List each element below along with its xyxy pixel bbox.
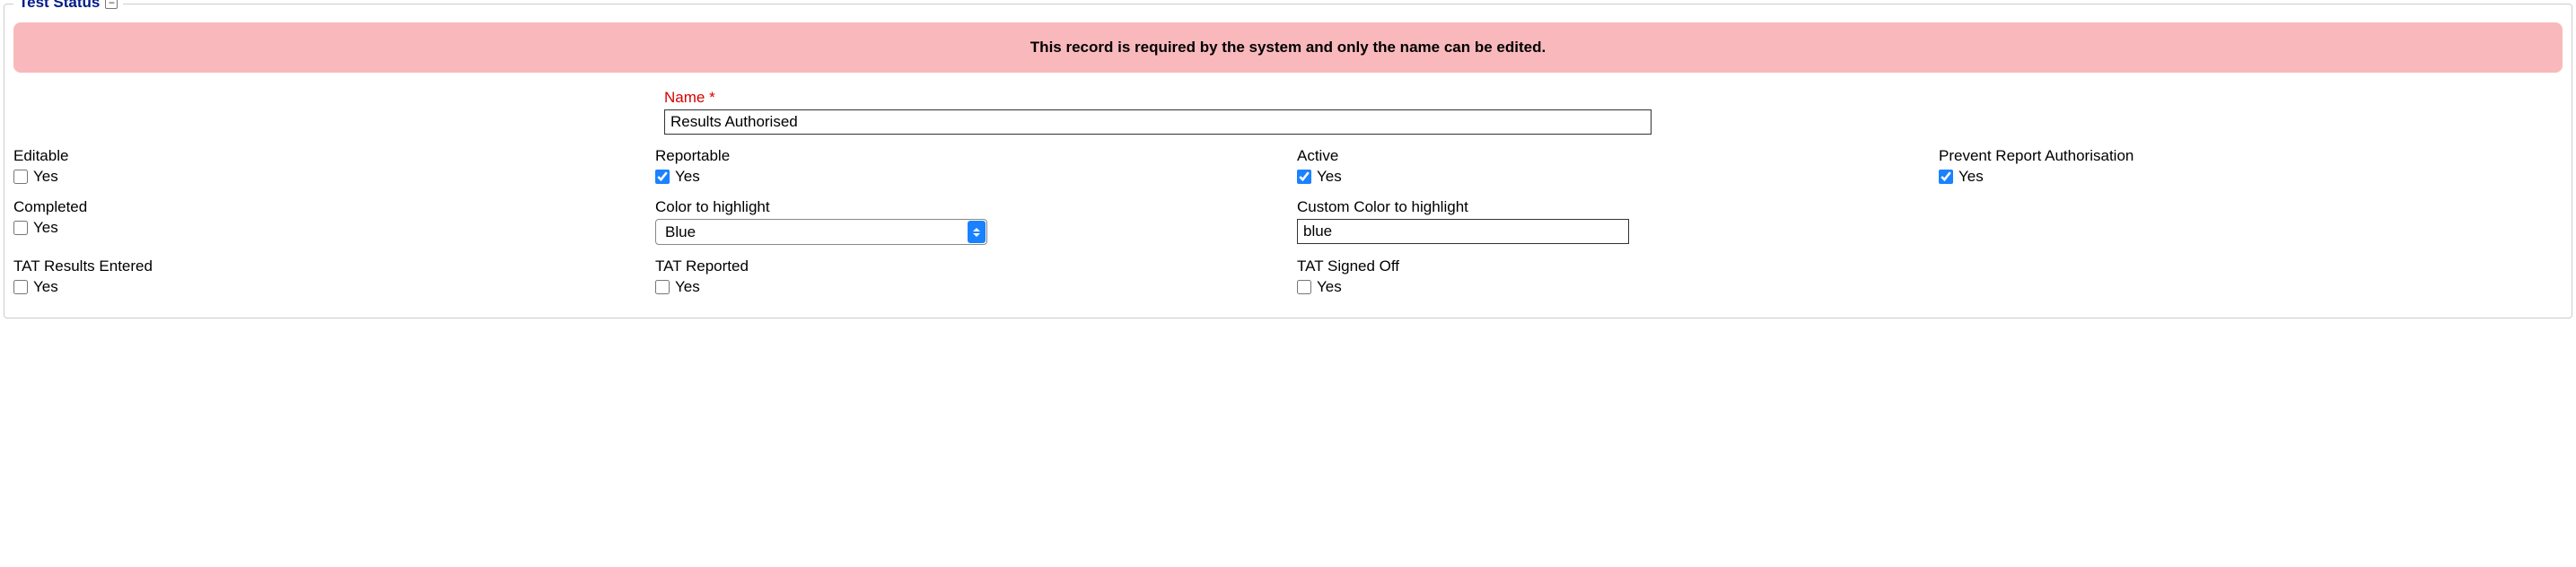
- test-status-panel: Test Status − This record is required by…: [4, 4, 2572, 318]
- field-editable: Editable Yes: [13, 147, 637, 186]
- field-active: Active Yes: [1297, 147, 1921, 186]
- active-label: Active: [1297, 147, 1921, 165]
- color-select-wrap: Blue: [655, 219, 987, 245]
- row-flags-1: Editable Yes Reportable Yes Active Yes: [13, 147, 2563, 186]
- reportable-checkbox[interactable]: [655, 170, 670, 184]
- editable-checkbox-line[interactable]: Yes: [13, 168, 637, 186]
- name-label: Name *: [664, 89, 2563, 107]
- field-reportable: Reportable Yes: [655, 147, 1279, 186]
- tat-results-entered-checkbox-line[interactable]: Yes: [13, 278, 637, 296]
- reportable-checkbox-line[interactable]: Yes: [655, 168, 1279, 186]
- field-custom-color: Custom Color to highlight: [1297, 198, 1921, 245]
- tat-reported-yes: Yes: [675, 278, 700, 296]
- field-tat-results-entered: TAT Results Entered Yes: [13, 257, 637, 296]
- tat-reported-label: TAT Reported: [655, 257, 1279, 275]
- tat-results-entered-checkbox[interactable]: [13, 280, 28, 294]
- panel-legend: Test Status −: [13, 0, 123, 12]
- prevent-report-auth-checkbox-line[interactable]: Yes: [1939, 168, 2563, 186]
- tat-reported-checkbox[interactable]: [655, 280, 670, 294]
- field-completed: Completed Yes: [13, 198, 637, 245]
- field-name: Name *: [664, 89, 2563, 135]
- active-yes: Yes: [1317, 168, 1342, 186]
- active-checkbox[interactable]: [1297, 170, 1311, 184]
- custom-color-input[interactable]: [1297, 219, 1629, 244]
- active-checkbox-line[interactable]: Yes: [1297, 168, 1921, 186]
- prevent-report-auth-checkbox[interactable]: [1939, 170, 1953, 184]
- row-name: Name *: [13, 89, 2563, 135]
- tat-reported-checkbox-line[interactable]: Yes: [655, 278, 1279, 296]
- editable-label: Editable: [13, 147, 637, 165]
- completed-checkbox[interactable]: [13, 221, 28, 235]
- field-tat-signed-off: TAT Signed Off Yes: [1297, 257, 1921, 296]
- color-to-highlight-select[interactable]: Blue: [655, 219, 987, 245]
- tat-signed-off-checkbox-line[interactable]: Yes: [1297, 278, 1921, 296]
- reportable-yes: Yes: [675, 168, 700, 186]
- system-alert: This record is required by the system an…: [13, 22, 2563, 73]
- reportable-label: Reportable: [655, 147, 1279, 165]
- collapse-button[interactable]: −: [105, 0, 118, 9]
- required-star: *: [709, 89, 715, 106]
- editable-checkbox[interactable]: [13, 170, 28, 184]
- color-to-highlight-label: Color to highlight: [655, 198, 1279, 216]
- tat-results-entered-yes: Yes: [33, 278, 58, 296]
- field-color-to-highlight: Color to highlight Blue: [655, 198, 1279, 245]
- row-tat: TAT Results Entered Yes TAT Reported Yes…: [13, 257, 2563, 296]
- completed-yes: Yes: [33, 219, 58, 237]
- tat-signed-off-label: TAT Signed Off: [1297, 257, 1921, 275]
- custom-color-label: Custom Color to highlight: [1297, 198, 1921, 216]
- panel-body: This record is required by the system an…: [4, 4, 2572, 318]
- tat-signed-off-checkbox[interactable]: [1297, 280, 1311, 294]
- completed-label: Completed: [13, 198, 637, 216]
- tat-results-entered-label: TAT Results Entered: [13, 257, 637, 275]
- completed-checkbox-line[interactable]: Yes: [13, 219, 637, 237]
- prevent-report-auth-label: Prevent Report Authorisation: [1939, 147, 2563, 165]
- field-prevent-report-auth: Prevent Report Authorisation Yes: [1939, 147, 2563, 186]
- panel-title: Test Status: [19, 0, 100, 12]
- tat-signed-off-yes: Yes: [1317, 278, 1342, 296]
- prevent-report-auth-yes: Yes: [1958, 168, 1984, 186]
- field-tat-reported: TAT Reported Yes: [655, 257, 1279, 296]
- editable-yes: Yes: [33, 168, 58, 186]
- row-flags-2: Completed Yes Color to highlight Blue Cu…: [13, 198, 2563, 245]
- name-input[interactable]: [664, 109, 1652, 135]
